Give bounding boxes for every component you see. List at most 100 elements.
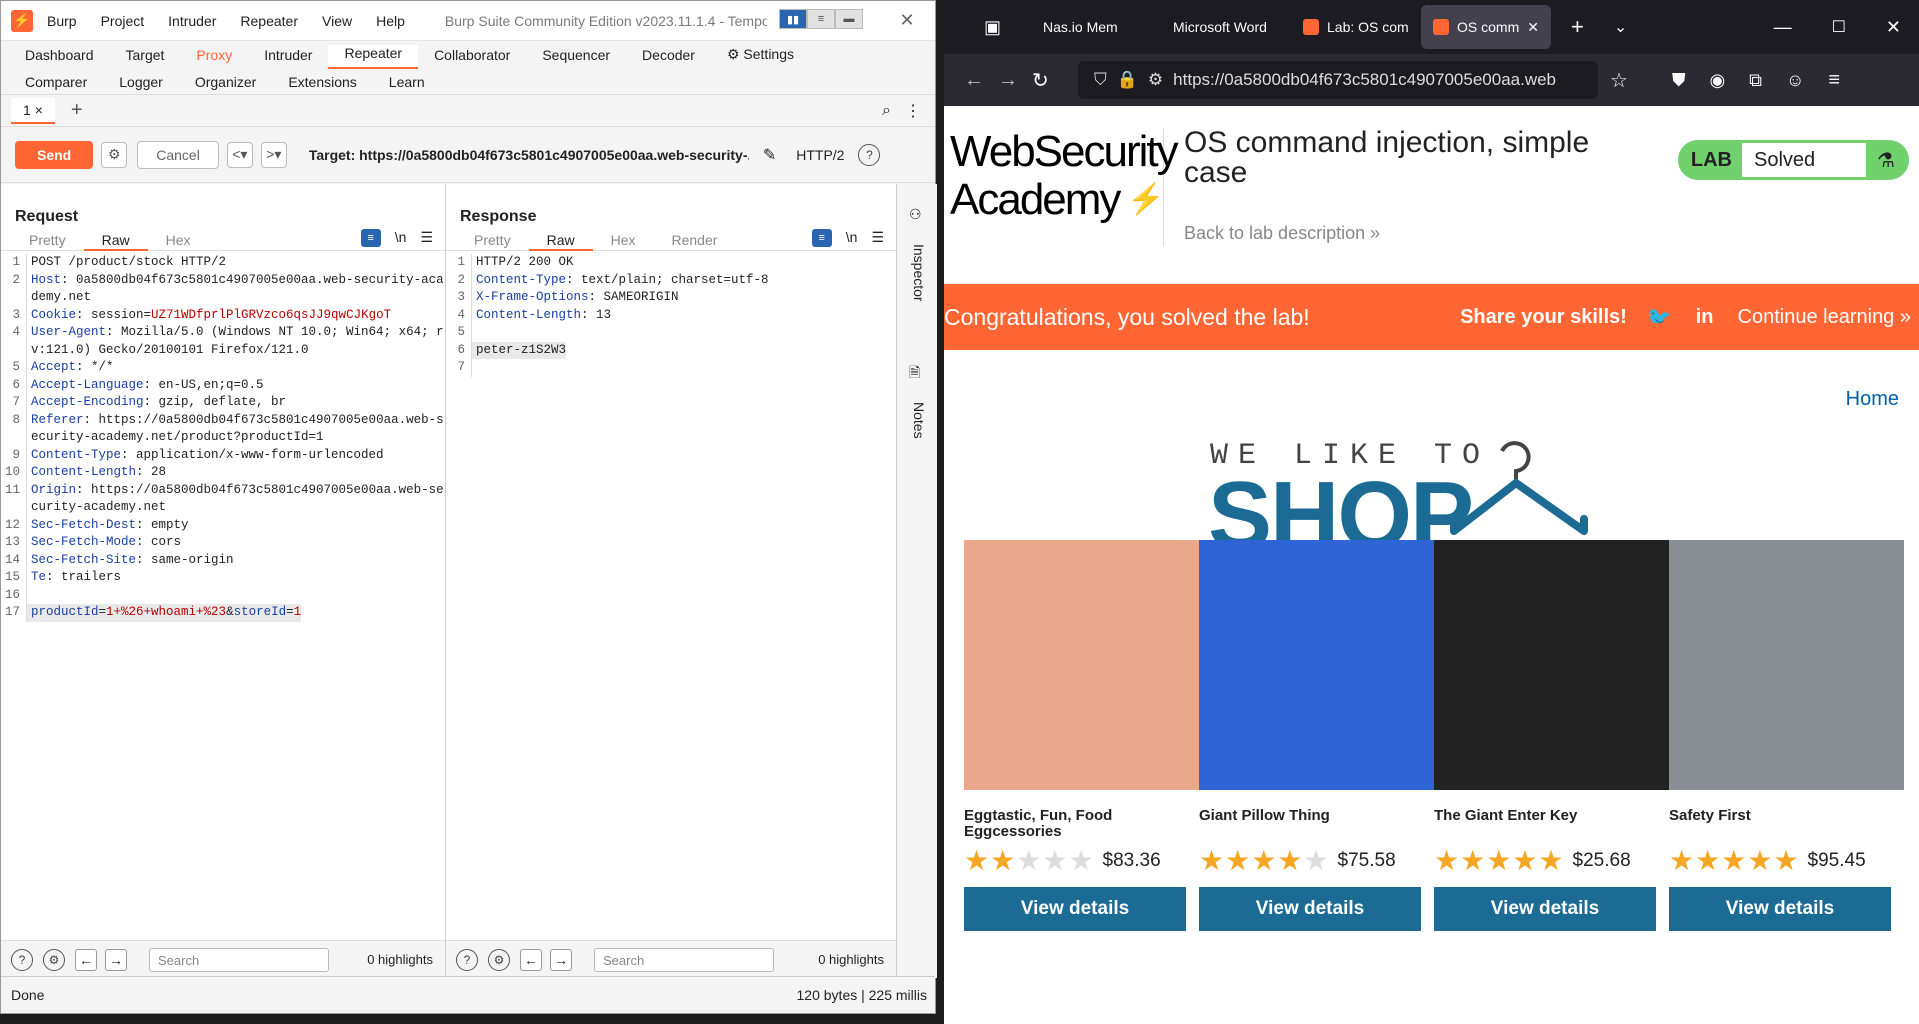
linkedin-icon[interactable]: in (1696, 306, 1714, 329)
split-horizontal-icon[interactable]: ▮▮ (779, 9, 807, 29)
response-editor[interactable]: 1 HTTP/2 200 OK 2 Content-Type: text/plain;… (446, 251, 896, 377)
hamburger-menu-icon[interactable]: ≡ (1828, 69, 1840, 92)
back-icon[interactable]: ← (964, 69, 998, 92)
home-link[interactable]: Home (944, 350, 1919, 411)
menu-project[interactable]: Project (101, 13, 145, 29)
inspector-label[interactable]: Inspector (911, 244, 927, 302)
bookmark-star-icon[interactable]: ☆ (1610, 68, 1628, 93)
tab-decoder[interactable]: Decoder (626, 47, 711, 69)
minimize-icon[interactable]: — (1774, 17, 1792, 38)
forward-history-icon[interactable]: >▾ (260, 141, 287, 168)
tab-extensions[interactable]: Extensions (272, 74, 372, 90)
tab-comparer[interactable]: Comparer (9, 74, 103, 90)
tab-learn[interactable]: Learn (373, 74, 441, 90)
prev-match-icon[interactable]: ← (520, 948, 542, 971)
tab-intruder[interactable]: Intruder (248, 47, 328, 69)
http-version[interactable]: HTTP/2 (796, 147, 844, 163)
browser-tab-os-command[interactable]: OS comm ✕ (1421, 5, 1552, 49)
menu-view[interactable]: View (322, 13, 352, 29)
close-icon[interactable]: ✕ (879, 10, 935, 31)
product-image[interactable] (964, 540, 1199, 790)
forward-icon[interactable]: → (998, 69, 1032, 92)
product-image[interactable] (1434, 540, 1669, 790)
request-editor[interactable]: 1 POST /product/stock HTTP/2 2 Host: 0a5800… (1, 251, 445, 622)
repeater-tab-1[interactable]: 1 × (11, 97, 55, 124)
maximize-icon[interactable]: ☐ (1832, 17, 1846, 37)
kebab-menu-icon[interactable]: ⋮ (905, 101, 921, 121)
list-tabs-icon[interactable]: ⌄ (1614, 17, 1627, 37)
shield-icon[interactable]: ⛉ (1094, 70, 1107, 90)
tab-collaborator[interactable]: Collaborator (418, 47, 526, 69)
tab-target[interactable]: Target (110, 47, 181, 69)
split-vertical-icon[interactable]: ≡ (807, 9, 835, 29)
settings-icon[interactable]: ⚙ (488, 948, 510, 971)
profile-avatar-icon[interactable]: ☺ (1786, 70, 1804, 91)
newline-toggle-icon[interactable]: \n (846, 229, 858, 247)
search-icon[interactable]: ⌕ (882, 102, 891, 120)
request-tab-pretty[interactable]: Pretty (11, 229, 84, 251)
close-tab-icon[interactable]: × (35, 102, 43, 118)
back-history-icon[interactable]: <▾ (226, 141, 253, 168)
url-bar[interactable]: ⛉ 🔒 ⚙ https://0a5800db04f673c5801c490700… (1078, 61, 1598, 99)
menu-burp[interactable]: Burp (47, 13, 77, 29)
menu-repeater[interactable]: Repeater (240, 13, 298, 29)
menu-icon[interactable]: ☰ (420, 229, 433, 247)
request-tab-raw[interactable]: Raw (83, 229, 148, 251)
tab-settings[interactable]: ⚙ Settings (711, 46, 810, 69)
menu-intruder[interactable]: Intruder (168, 13, 216, 29)
add-tab-icon[interactable]: + (71, 99, 83, 122)
notes-label[interactable]: Notes (911, 402, 927, 439)
tab-logger[interactable]: Logger (103, 74, 179, 90)
browser-tab-word[interactable]: Microsoft Word (1161, 5, 1291, 49)
tab-sequencer[interactable]: Sequencer (526, 47, 626, 69)
web-security-academy-logo[interactable]: WebSecurity Academy ⚡ (944, 128, 1179, 246)
permissions-icon[interactable]: ⚙ (1148, 70, 1163, 90)
account-icon[interactable]: ◉ (1709, 70, 1725, 91)
response-tab-pretty[interactable]: Pretty (456, 229, 529, 251)
request-search-input[interactable]: Search (149, 947, 329, 972)
response-tab-render[interactable]: Render (654, 229, 736, 251)
settings-gear-icon[interactable]: ⚙ (101, 141, 128, 168)
pocket-icon[interactable]: ⛊ (1672, 70, 1686, 91)
tab-organizer[interactable]: Organizer (179, 74, 272, 90)
product-image[interactable] (1669, 540, 1904, 790)
inspector-icon[interactable]: ⚇ (909, 206, 922, 223)
notes-icon[interactable]: 🗎 (909, 362, 920, 386)
next-match-icon[interactable]: → (105, 948, 127, 971)
menu-help[interactable]: Help (376, 13, 405, 29)
new-tab-icon[interactable]: + (1571, 14, 1584, 40)
newline-toggle-icon[interactable]: \n (395, 229, 407, 247)
product-image[interactable] (1199, 540, 1434, 790)
response-search-input[interactable]: Search (594, 947, 774, 972)
wrap-lines-icon[interactable]: ≡ (360, 229, 381, 247)
response-tab-raw[interactable]: Raw (528, 229, 593, 251)
tab-dashboard[interactable]: Dashboard (9, 47, 110, 69)
reload-icon[interactable]: ↻ (1032, 68, 1066, 93)
help-icon[interactable]: ? (11, 948, 33, 971)
close-tab-icon[interactable]: ✕ (1527, 19, 1539, 36)
view-details-button[interactable]: View details (1434, 887, 1656, 931)
browser-tab-nasio[interactable]: Nas.io Mem (1031, 5, 1161, 49)
cancel-button[interactable]: Cancel (137, 140, 219, 169)
browser-tab-lab[interactable]: Lab: OS com (1291, 5, 1421, 49)
view-details-button[interactable]: View details (1669, 887, 1891, 931)
continue-learning-link[interactable]: Continue learning » (1738, 306, 1911, 329)
lock-icon[interactable]: 🔒 (1117, 70, 1138, 90)
settings-icon[interactable]: ⚙ (43, 948, 65, 971)
help-icon[interactable]: ? (456, 948, 478, 971)
tab-proxy[interactable]: Proxy (180, 47, 248, 69)
tab-repeater[interactable]: Repeater (328, 45, 419, 69)
edit-pencil-icon[interactable]: ✎ (763, 145, 776, 165)
close-icon[interactable]: ✕ (1886, 17, 1901, 38)
request-tab-hex[interactable]: Hex (148, 229, 209, 251)
send-button[interactable]: Send (15, 140, 94, 169)
response-tab-hex[interactable]: Hex (593, 229, 654, 251)
tab-overview-icon[interactable]: ▣ (984, 17, 1001, 38)
back-to-description-link[interactable]: Back to lab description » (1184, 218, 1604, 248)
menu-icon[interactable]: ☰ (871, 229, 884, 247)
view-details-button[interactable]: View details (964, 887, 1186, 931)
wrap-lines-icon[interactable]: ≡ (811, 229, 832, 247)
next-match-icon[interactable]: → (550, 948, 572, 971)
tabbed-layout-icon[interactable]: ▬ (835, 9, 863, 29)
extensions-icon[interactable]: ⧉ (1749, 70, 1762, 91)
